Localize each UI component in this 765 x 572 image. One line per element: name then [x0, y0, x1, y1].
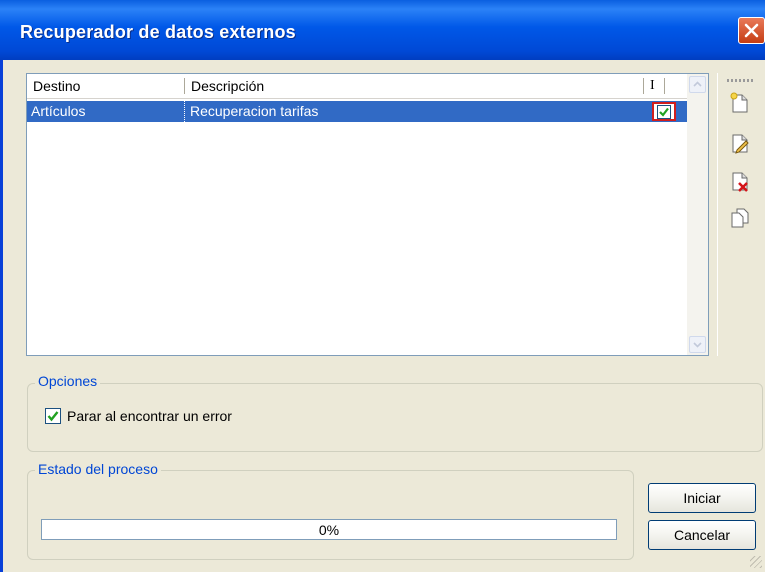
progress-text: 0% [318, 522, 340, 538]
grid-header: Destino Descripción I [27, 74, 687, 99]
table-row[interactable]: Artículos Recuperacion tarifas [27, 101, 687, 122]
column-separator[interactable] [184, 78, 185, 94]
process-legend: Estado del proceso [35, 461, 161, 477]
progress-bar: 0% [41, 519, 617, 540]
row-checkbox-focus[interactable] [652, 102, 676, 121]
close-button[interactable] [738, 17, 765, 44]
column-header-destino[interactable]: Destino [33, 78, 80, 94]
cell-divider [184, 101, 186, 122]
options-legend: Opciones [35, 373, 101, 389]
cell-descripcion: Recuperacion tarifas [190, 103, 319, 119]
chevron-up-icon [693, 81, 702, 87]
stop-on-error-checkbox[interactable] [45, 408, 61, 424]
title-bar[interactable]: Recuperador de datos externos [0, 0, 765, 60]
resize-grip[interactable] [750, 556, 762, 568]
window-title: Recuperador de datos externos [20, 22, 296, 42]
cell-destino: Artículos [31, 103, 86, 119]
close-icon [744, 23, 759, 38]
data-grid[interactable]: Destino Descripción I Artículos Recupera… [26, 73, 709, 356]
toolbar-grip[interactable] [727, 79, 755, 82]
vertical-scrollbar[interactable] [687, 74, 708, 355]
column-separator[interactable] [643, 78, 644, 94]
scroll-up-button[interactable] [689, 76, 706, 93]
dialog-window: Recuperador de datos externos Destino De… [0, 0, 765, 572]
column-separator[interactable] [664, 78, 665, 94]
new-button[interactable] [728, 91, 752, 115]
edit-button[interactable] [728, 131, 752, 155]
start-button[interactable]: Iniciar [648, 483, 756, 513]
checkmark-icon [47, 411, 59, 422]
row-checkbox[interactable] [657, 105, 671, 119]
copy-document-icon [731, 208, 749, 228]
stop-on-error-label[interactable]: Parar al encontrar un error [67, 408, 232, 424]
delete-button[interactable] [728, 169, 752, 193]
edit-document-icon [732, 134, 749, 154]
chevron-down-icon [693, 342, 702, 348]
copy-button[interactable] [728, 205, 752, 229]
new-document-icon [730, 92, 748, 113]
checkmark-icon [659, 107, 669, 117]
column-header-descripcion[interactable]: Descripción [191, 78, 264, 94]
delete-document-icon [732, 172, 748, 192]
cancel-button[interactable]: Cancelar [648, 520, 756, 550]
scroll-down-button[interactable] [689, 336, 706, 353]
side-toolbar [717, 73, 762, 356]
column-header-i[interactable]: I [650, 78, 655, 94]
process-group [27, 470, 634, 560]
